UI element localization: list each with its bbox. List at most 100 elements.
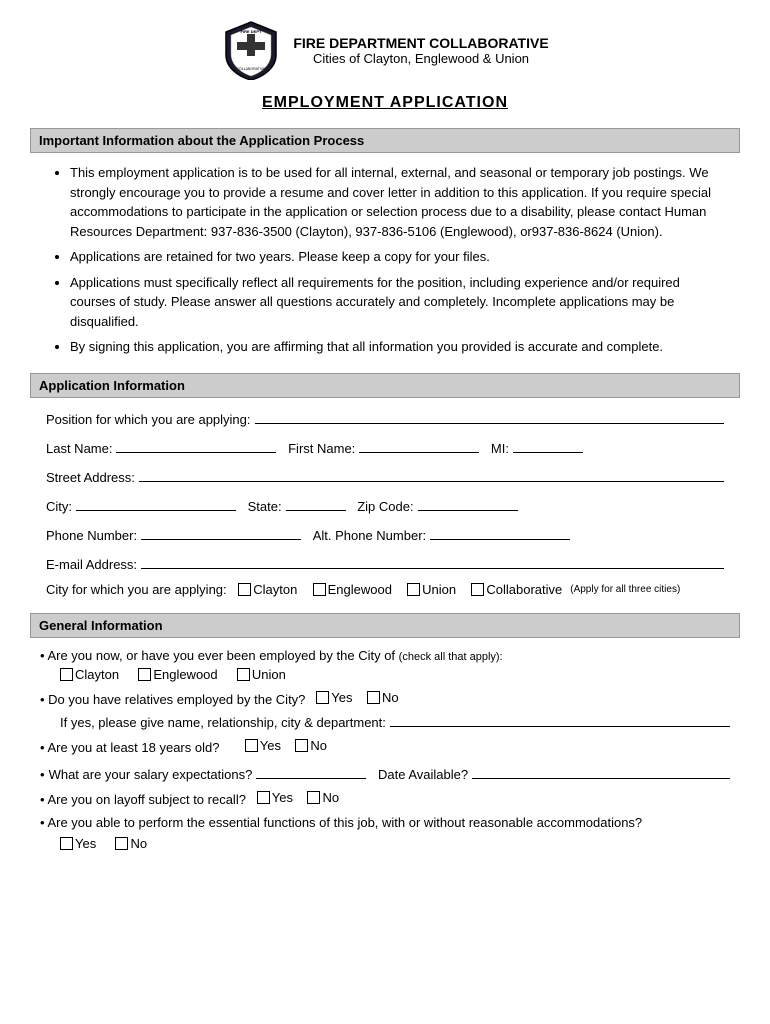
alt-phone-label: Alt. Phone Number: [313, 528, 426, 543]
mi-field[interactable] [513, 437, 583, 453]
age-yes-checkbox[interactable] [245, 739, 258, 752]
employed-englewood-label: Englewood [153, 667, 217, 682]
position-field[interactable] [255, 408, 724, 424]
phone-field[interactable] [141, 524, 301, 540]
essential-yes-checkbox[interactable] [60, 837, 73, 850]
employed-note: (check all that apply): [399, 651, 503, 663]
relatives-no-item: No [367, 690, 399, 705]
city-field[interactable] [76, 495, 236, 511]
date-label: Date Available? [378, 767, 468, 782]
union-label: Union [422, 582, 456, 597]
essential-yes-item: Yes [60, 836, 96, 851]
relatives-detail-field[interactable] [390, 711, 730, 727]
email-row: E-mail Address: [46, 553, 724, 572]
layoff-no-label: No [322, 790, 339, 805]
important-section-header: Important Information about the Applicat… [30, 128, 740, 153]
essential-row: • Are you able to perform the essential … [40, 815, 730, 830]
zip-label: Zip Code: [357, 499, 413, 514]
clayton-checkbox[interactable] [238, 583, 251, 596]
essential-no-checkbox[interactable] [115, 837, 128, 850]
street-field[interactable] [139, 466, 724, 482]
age-yes-item: Yes [245, 738, 281, 753]
employed-cities-checkboxes: Clayton Englewood Union [60, 667, 730, 682]
zip-field[interactable] [418, 495, 518, 511]
email-label: E-mail Address: [46, 557, 137, 572]
age-row: • Are you at least 18 years old? Yes No [40, 738, 730, 755]
employed-clayton-label: Clayton [75, 667, 119, 682]
employed-clayton-checkbox[interactable] [60, 668, 73, 681]
position-label: Position for which you are applying: [46, 412, 251, 427]
checkbox-item-englewood: Englewood [313, 582, 392, 597]
collaborative-label: Collaborative [486, 582, 562, 597]
essential-no-label: No [130, 836, 147, 851]
mi-label: MI: [491, 441, 509, 456]
clayton-label: Clayton [253, 582, 297, 597]
important-bullets: This employment application is to be use… [46, 163, 724, 357]
name-row: Last Name: First Name: MI: [46, 437, 724, 456]
email-field[interactable] [141, 553, 724, 569]
alt-phone-field[interactable] [430, 524, 570, 540]
svg-text:COLLABORATIVE: COLLABORATIVE [237, 67, 267, 71]
salary-field[interactable] [256, 763, 366, 779]
first-name-field[interactable] [359, 437, 479, 453]
city-state-zip-row: City: State: Zip Code: [46, 495, 724, 514]
cities-line: Cities of Clayton, Englewood & Union [293, 51, 548, 66]
important-information-section: Important Information about the Applicat… [30, 128, 740, 357]
relatives-yes-item: Yes [316, 690, 352, 705]
union-checkbox[interactable] [407, 583, 420, 596]
application-section-body: Position for which you are applying: Las… [30, 408, 740, 597]
relatives-label: Do you have relatives employed by the Ci… [48, 692, 305, 707]
general-section-header: General Information [30, 613, 740, 638]
city-label: City: [46, 499, 72, 514]
last-name-label: Last Name: [46, 441, 112, 456]
bullet-2: Applications are retained for two years.… [70, 247, 724, 267]
age-no-checkbox[interactable] [295, 739, 308, 752]
state-label: State: [248, 499, 282, 514]
header-text-block: FIRE DEPARTMENT COLLABORATIVE Cities of … [293, 35, 548, 66]
relatives-no-checkbox[interactable] [367, 691, 380, 704]
layoff-no-checkbox[interactable] [307, 791, 320, 804]
position-row: Position for which you are applying: [46, 408, 724, 427]
date-field[interactable] [472, 763, 730, 779]
layoff-yes-checkbox[interactable] [257, 791, 270, 804]
svg-text:FIRE DEPT: FIRE DEPT [241, 29, 262, 34]
phone-row: Phone Number: Alt. Phone Number: [46, 524, 724, 543]
bullet-3: Applications must specifically reflect a… [70, 273, 724, 332]
checkbox-item-union: Union [407, 582, 456, 597]
layoff-row: • Are you on layoff subject to recall? Y… [40, 790, 730, 807]
state-field[interactable] [286, 495, 346, 511]
employed-union-item: Union [237, 667, 286, 682]
salary-label: What are your salary expectations? [49, 767, 253, 782]
employed-union-checkbox[interactable] [237, 668, 250, 681]
relatives-no-label: No [382, 690, 399, 705]
layoff-yes-label: Yes [272, 790, 293, 805]
employed-label: Are you now, or have you ever been emplo… [47, 648, 395, 663]
employed-row: • Are you now, or have you ever been emp… [40, 648, 730, 663]
application-information-section: Application Information Position for whi… [30, 373, 740, 597]
employed-union-label: Union [252, 667, 286, 682]
age-no-item: No [295, 738, 327, 753]
employed-clayton-item: Clayton [60, 667, 119, 682]
employed-englewood-checkbox[interactable] [138, 668, 151, 681]
checkbox-item-collaborative: Collaborative [471, 582, 562, 597]
dept-name: FIRE DEPARTMENT COLLABORATIVE [293, 35, 548, 51]
relatives-yes-label: Yes [331, 690, 352, 705]
bullet-relatives: • [40, 692, 48, 707]
relatives-yes-checkbox[interactable] [316, 691, 329, 704]
age-label: Are you at least 18 years old? [47, 740, 219, 755]
layoff-yes-item: Yes [257, 790, 293, 805]
application-section-header: Application Information [30, 373, 740, 398]
age-no-label: No [310, 738, 327, 753]
salary-row: • What are your salary expectations? Dat… [40, 763, 730, 782]
city-applying-label: City for which you are applying: [46, 582, 227, 597]
englewood-checkbox[interactable] [313, 583, 326, 596]
general-section-body: • Are you now, or have you ever been emp… [30, 648, 740, 851]
collaborative-checkbox[interactable] [471, 583, 484, 596]
layoff-label: Are you on layoff subject to recall? [47, 792, 246, 807]
relatives-detail-label: If yes, please give name, relationship, … [60, 715, 386, 730]
checkbox-item-clayton: Clayton [238, 582, 297, 597]
first-name-label: First Name: [288, 441, 355, 456]
bullet-4: By signing this application, you are aff… [70, 337, 724, 357]
essential-checkboxes: Yes No [60, 836, 730, 851]
last-name-field[interactable] [116, 437, 276, 453]
